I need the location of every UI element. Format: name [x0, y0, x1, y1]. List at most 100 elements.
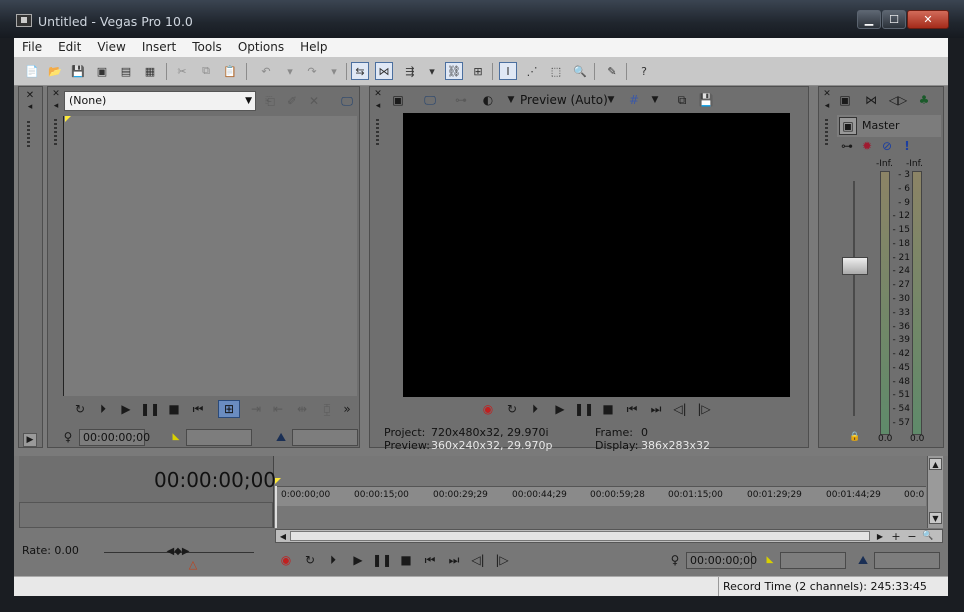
- dock-grip[interactable]: [376, 119, 379, 145]
- menu-help[interactable]: Help: [292, 38, 335, 57]
- go-to-start-icon[interactable]: ⏮: [422, 552, 438, 568]
- expand-arrow-icon[interactable]: ▶: [23, 433, 37, 447]
- zoom-tool-icon[interactable]: 🔍: [922, 530, 934, 542]
- menu-edit[interactable]: Edit: [50, 38, 89, 57]
- previous-frame-icon[interactable]: ◁|: [670, 401, 690, 417]
- close-icon[interactable]: ✕: [822, 89, 832, 99]
- undo-icon[interactable]: ↶: [258, 63, 274, 79]
- pin-icon[interactable]: ◂: [373, 101, 383, 111]
- insert-fx-icon[interactable]: ⊶: [837, 139, 857, 153]
- go-to-end-icon[interactable]: ⏭: [446, 552, 462, 568]
- render-as-icon[interactable]: ▤: [118, 63, 134, 79]
- auto-crossfade-icon[interactable]: ⋈: [375, 62, 393, 80]
- chevron-down-icon[interactable]: ▼: [650, 92, 660, 108]
- selection-length[interactable]: [874, 552, 940, 569]
- play-icon[interactable]: ▶: [552, 401, 568, 417]
- monitor-icon[interactable]: 🖵: [338, 93, 356, 109]
- timeline-cursor-position[interactable]: 00:00:00;00: [686, 552, 757, 569]
- redo-dropdown-icon[interactable]: ▾: [326, 63, 342, 79]
- close-button[interactable]: ✕: [907, 10, 949, 29]
- downmix-icon[interactable]: ⋈: [863, 92, 879, 108]
- loop-playback-icon[interactable]: ↻: [504, 401, 520, 417]
- app-icon[interactable]: [16, 14, 32, 27]
- minimize-button[interactable]: ▁: [857, 10, 881, 29]
- menu-file[interactable]: File: [14, 38, 50, 57]
- mixer-properties-icon[interactable]: ▣: [837, 92, 853, 108]
- play-from-start-icon[interactable]: ⏵: [324, 552, 342, 568]
- video-preview-display[interactable]: [403, 113, 790, 397]
- stop-icon[interactable]: ■: [166, 401, 182, 417]
- save-icon[interactable]: 💾: [70, 63, 86, 79]
- open-folder-icon[interactable]: 📂: [47, 63, 63, 79]
- lock-envelopes-icon[interactable]: ⛓: [445, 62, 463, 80]
- whats-this-help-icon[interactable]: ?: [636, 63, 652, 79]
- next-frame-icon[interactable]: |▷: [492, 552, 512, 568]
- overwrite-icon[interactable]: ⇥: [248, 401, 264, 417]
- trimmer-length[interactable]: [292, 429, 358, 446]
- play-icon[interactable]: ▶: [350, 552, 366, 568]
- pin-icon[interactable]: ◂: [822, 101, 832, 111]
- ignore-grouping-icon[interactable]: ⊞: [470, 63, 486, 79]
- copy-snapshot-icon[interactable]: ⧉: [674, 92, 690, 108]
- chevron-down-icon[interactable]: ▼: [506, 92, 516, 108]
- split-screen-icon[interactable]: ◐: [480, 92, 496, 108]
- dock-grip[interactable]: [27, 121, 30, 147]
- overlays-grid-icon[interactable]: #: [626, 92, 642, 108]
- lock-icon[interactable]: 🔒: [849, 431, 861, 443]
- playhead[interactable]: [275, 486, 277, 528]
- scroll-thumb[interactable]: [290, 531, 870, 541]
- solo-icon[interactable]: !: [901, 138, 913, 154]
- normal-edit-tool-icon[interactable]: I: [499, 62, 517, 80]
- dock-grip[interactable]: [54, 119, 57, 145]
- scroll-left-icon[interactable]: ◀: [277, 530, 289, 542]
- mute-icon[interactable]: ⊘: [879, 138, 895, 154]
- selection-start[interactable]: [780, 552, 846, 569]
- save-as-icon[interactable]: ▣: [94, 63, 110, 79]
- go-to-start-icon[interactable]: ⏮: [190, 401, 206, 417]
- trimmer-insert-icon[interactable]: ⊞: [218, 400, 240, 418]
- properties-icon[interactable]: ▦: [142, 63, 158, 79]
- trimmer-media-dropdown[interactable]: (None) ▼: [64, 91, 256, 111]
- paste-icon[interactable]: 📋: [222, 63, 238, 79]
- pin-icon[interactable]: ◂: [23, 101, 37, 113]
- scroll-right-icon[interactable]: ▶: [874, 530, 886, 542]
- insert-left-icon[interactable]: ⇤: [270, 401, 286, 417]
- next-frame-icon[interactable]: |▷: [694, 401, 714, 417]
- preview-quality-dropdown[interactable]: Preview (Auto): [520, 92, 608, 108]
- scroll-down-icon[interactable]: ▼: [929, 512, 942, 524]
- trim-icon[interactable]: ⧮: [318, 401, 336, 417]
- stop-icon[interactable]: ■: [398, 552, 414, 568]
- clear-icon[interactable]: ✕: [306, 93, 322, 109]
- fx-chain-icon[interactable]: ⊶: [450, 92, 472, 108]
- pause-icon[interactable]: ❚❚: [574, 401, 594, 417]
- zoom-tool-icon[interactable]: 🔍: [572, 63, 588, 79]
- add-to-timeline-icon[interactable]: ⎗: [262, 93, 278, 109]
- snapping-icon[interactable]: ⇆: [351, 62, 369, 80]
- redo-icon[interactable]: ↷: [304, 63, 320, 79]
- cut-icon[interactable]: ✂: [174, 63, 190, 79]
- pin-icon[interactable]: ◂: [51, 101, 61, 111]
- trimmer-in-point[interactable]: [186, 429, 252, 446]
- horizontal-scrollbar[interactable]: ◀ ▶ + − 🔍: [275, 529, 943, 543]
- menu-insert[interactable]: Insert: [134, 38, 184, 57]
- menu-view[interactable]: View: [89, 38, 133, 57]
- pause-icon[interactable]: ❚❚: [140, 401, 160, 417]
- zoom-out-icon[interactable]: −: [906, 530, 918, 543]
- menu-tools[interactable]: Tools: [184, 38, 230, 57]
- vertical-scrollbar[interactable]: ▲ ▼: [927, 456, 943, 528]
- mixer-routing-icon[interactable]: ♣: [915, 92, 933, 108]
- envelope-tool-icon[interactable]: ⋰: [524, 63, 540, 79]
- trimmer-timecode[interactable]: 00:00:00;00: [79, 429, 150, 446]
- close-icon[interactable]: ✕: [373, 89, 383, 99]
- trimmer-display[interactable]: [63, 116, 357, 396]
- previous-frame-icon[interactable]: ◁|: [468, 552, 488, 568]
- pause-icon[interactable]: ❚❚: [372, 552, 392, 568]
- dock-grip[interactable]: [825, 119, 828, 145]
- menu-options[interactable]: Options: [230, 38, 292, 57]
- go-to-end-icon[interactable]: ⏭: [648, 401, 664, 417]
- selection-tool-icon[interactable]: ⬚: [548, 63, 564, 79]
- fit-icon[interactable]: ⇹: [294, 401, 310, 417]
- maximize-button[interactable]: ☐: [882, 10, 906, 29]
- loop-playback-icon[interactable]: ↻: [72, 401, 88, 417]
- copy-icon[interactable]: ⧉: [198, 63, 214, 79]
